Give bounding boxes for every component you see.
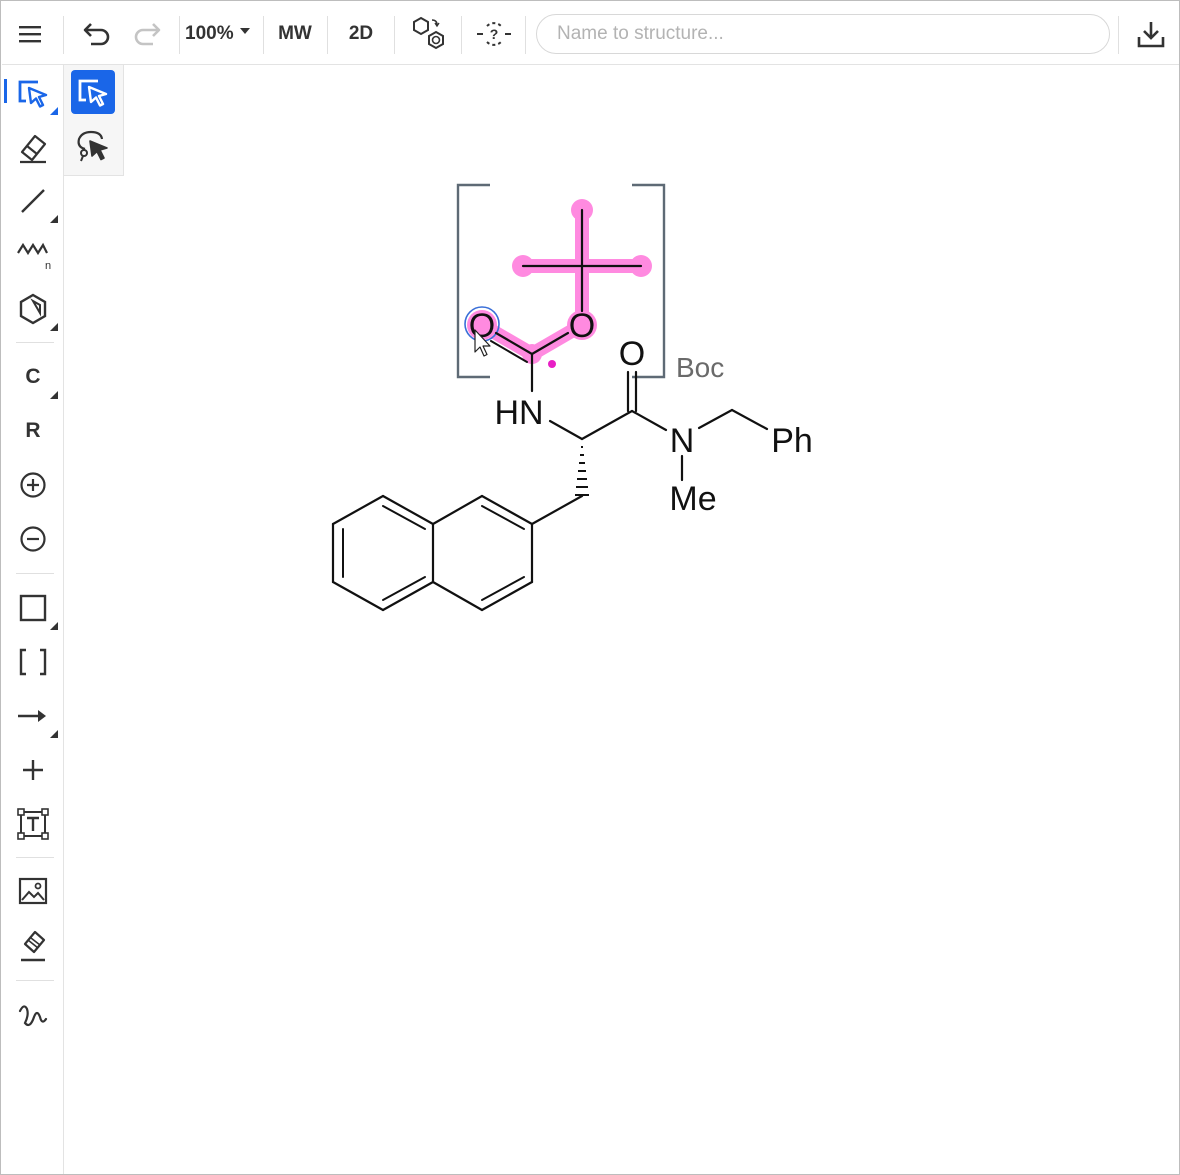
- hashed-wedge-bond: [575, 446, 589, 496]
- arrow-right-icon: [18, 710, 46, 722]
- erase-all-tool[interactable]: [8, 923, 58, 967]
- redo-button[interactable]: [126, 14, 168, 54]
- layout-2d-button[interactable]: 2D: [338, 16, 384, 52]
- active-tool-indicator: [4, 79, 7, 103]
- atom-n-amide[interactable]: N: [670, 422, 695, 460]
- export-button[interactable]: [1130, 14, 1172, 54]
- zoom-value: 100%: [185, 23, 234, 44]
- arrow-tool[interactable]: [8, 694, 58, 738]
- sgroup-bracket-left: [456, 183, 490, 379]
- selection-highlight: [475, 203, 648, 363]
- freehand-tool[interactable]: [8, 993, 58, 1037]
- undo-icon: [83, 23, 110, 46]
- shape-tool[interactable]: [8, 586, 58, 630]
- single-bond-tool[interactable]: [8, 179, 58, 223]
- chain-icon: n: [17, 242, 51, 271]
- download-icon: [1137, 22, 1165, 48]
- rgroup-label: R: [25, 419, 41, 442]
- plus-icon: [23, 760, 43, 780]
- left-toolbar: n C R: [2, 65, 64, 1174]
- highlight-center-dot: [548, 360, 556, 368]
- atom-me[interactable]: Me: [669, 480, 716, 518]
- hamburger-icon: [19, 26, 41, 43]
- rectangle-select-icon: [18, 80, 48, 108]
- reaction-plus-tool[interactable]: [8, 748, 58, 792]
- text-tool[interactable]: [8, 802, 58, 846]
- plus-circle-icon: [20, 472, 46, 498]
- sgroup-label: Boc: [676, 352, 724, 383]
- image-tool[interactable]: [8, 869, 58, 913]
- rectangle-icon: [19, 594, 47, 622]
- minus-circle-icon: [20, 526, 46, 552]
- redo-icon: [134, 23, 161, 46]
- eraser-tool[interactable]: [8, 125, 58, 169]
- menu-button[interactable]: [10, 14, 50, 54]
- atom-ph[interactable]: Ph: [771, 422, 813, 460]
- query-structure-button[interactable]: ?: [472, 14, 516, 54]
- zoom-dropdown[interactable]: 100%: [185, 20, 255, 48]
- select-tool[interactable]: [8, 71, 58, 115]
- editor-frame: 100% MW 2D ? Name to structure... n C R …: [0, 0, 1180, 1175]
- eraser-fill-icon: [21, 930, 46, 962]
- chain-tool[interactable]: n: [8, 233, 58, 277]
- squiggle-icon: [18, 1005, 48, 1027]
- name-to-structure-input[interactable]: [536, 14, 1110, 54]
- brackets-icon: [19, 648, 47, 676]
- clean-structure-button[interactable]: [404, 14, 452, 54]
- templates-tool[interactable]: [8, 287, 58, 331]
- hexagons-transform-icon: [413, 16, 444, 50]
- layout-2d-label: 2D: [348, 23, 374, 44]
- atom-carbon-tool[interactable]: C: [8, 355, 58, 399]
- undo-button[interactable]: [76, 14, 118, 54]
- rgroup-tool[interactable]: R: [8, 409, 58, 453]
- charge-minus-tool[interactable]: [8, 517, 58, 561]
- svg-text:?: ?: [490, 26, 499, 42]
- atom-hn[interactable]: HN: [494, 394, 543, 432]
- atom-o-ether-boc[interactable]: O: [569, 307, 595, 345]
- mw-button[interactable]: MW: [272, 16, 318, 52]
- benzene-ring-icon: [19, 293, 47, 325]
- top-toolbar: 100% MW 2D ?: [2, 2, 1179, 65]
- query-icon: ?: [477, 22, 511, 46]
- drawing-canvas[interactable]: O O O HN N Me Ph Boc: [64, 65, 1179, 1174]
- sgroup-tool[interactable]: [8, 640, 58, 684]
- image-icon: [18, 877, 48, 905]
- charge-plus-tool[interactable]: [8, 463, 58, 507]
- mw-label: MW: [278, 23, 312, 44]
- svg-text:n: n: [45, 260, 51, 271]
- eraser-icon: [20, 134, 47, 164]
- text-box-icon: [17, 808, 49, 840]
- molecule-structure: O O O HN N Me Ph Boc: [331, 183, 813, 612]
- chevron-down-icon: [239, 28, 250, 34]
- single-bond-icon: [21, 189, 45, 213]
- atom-o-amide[interactable]: O: [619, 335, 645, 373]
- carbon-label: C: [25, 365, 41, 388]
